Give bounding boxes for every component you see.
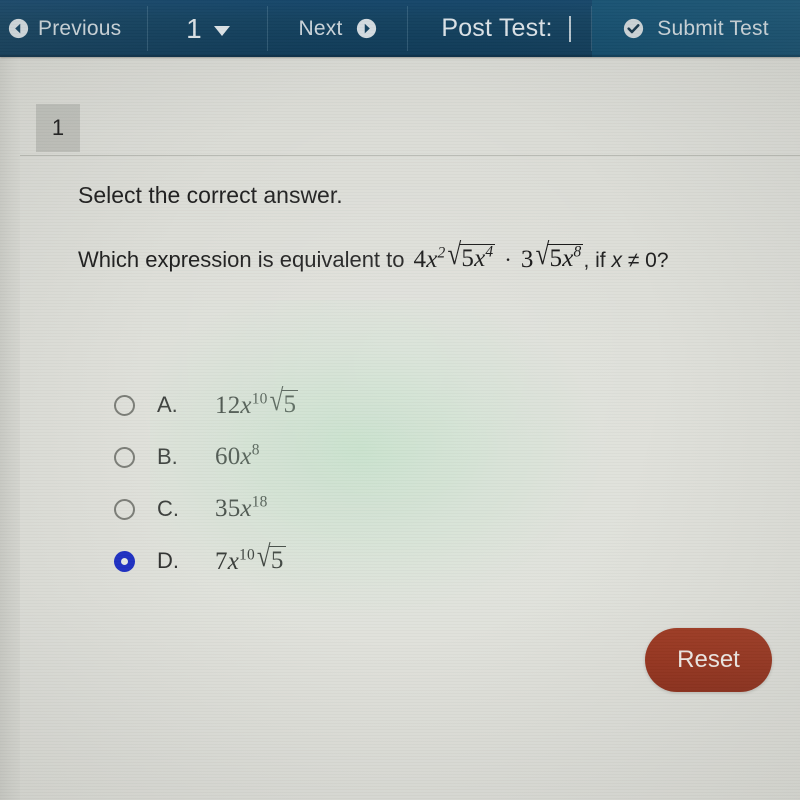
question-statement: Which expression is equivalent to 4x2√5x… xyxy=(78,239,778,274)
question-condition: , if x ≠ 0? xyxy=(583,249,668,273)
submit-test-button[interactable]: Submit Test xyxy=(592,0,800,57)
radicand-2-var: x xyxy=(562,245,574,272)
radicand-2: 5x8 xyxy=(547,243,584,273)
option-d-var: x xyxy=(227,547,239,575)
radio-button-d[interactable] xyxy=(114,550,135,572)
multiplication-dot: · xyxy=(504,247,512,272)
test-title-text: Post Test: xyxy=(441,14,553,42)
radio-button-b[interactable] xyxy=(114,446,135,468)
radicand-2-coefficient: 5 xyxy=(549,245,563,272)
radio-button-c[interactable] xyxy=(114,498,135,520)
previous-button[interactable]: Previous xyxy=(0,0,148,57)
radicand-1: 5x4 xyxy=(459,243,496,273)
radical-1: √5x4 xyxy=(445,239,496,274)
test-title: Post Test: xyxy=(408,0,592,57)
screen-photo: Previous 1 Next Post Test: Submit Test 1… xyxy=(0,0,800,800)
option-c-var: x xyxy=(240,495,252,522)
option-letter-d: D. xyxy=(157,548,179,573)
radicand-2-exponent: 8 xyxy=(573,243,582,261)
option-c-exponent: 18 xyxy=(251,493,268,511)
radio-button-a[interactable] xyxy=(114,394,135,416)
option-math-c: 35x18 xyxy=(215,493,268,523)
option-c-coefficient: 35 xyxy=(215,495,241,522)
submit-test-label: Submit Test xyxy=(657,16,769,40)
option-math-a: 12x10√5 xyxy=(215,384,299,420)
question-number-selector[interactable]: 1 xyxy=(148,0,268,57)
answer-options: A. 12x10√5 B. 60x8 C. 35x18 D. 7x10√5 xyxy=(114,379,714,587)
option-b-var: x xyxy=(240,443,252,470)
test-toolbar: Previous 1 Next Post Test: Submit Test xyxy=(0,0,800,57)
option-d-exponent: 10 xyxy=(239,546,255,564)
arrow-left-circle-icon xyxy=(8,18,29,39)
option-letter-a: A. xyxy=(157,392,178,417)
radicand-1-var: x xyxy=(474,245,486,272)
expr-var-1: x xyxy=(426,246,438,273)
answer-option-c[interactable]: C. 35x18 xyxy=(114,483,714,535)
option-d-radicand: 5 xyxy=(268,545,286,574)
radicand-1-coefficient: 5 xyxy=(461,245,475,272)
question-tab-1[interactable]: 1 xyxy=(36,104,80,152)
condition-rest: ≠ 0? xyxy=(627,249,669,272)
question-panel: 1 Select the correct answer. Which expre… xyxy=(0,57,800,800)
option-a-var: x xyxy=(240,391,252,419)
condition-prefix: , if xyxy=(583,249,606,272)
option-b-coefficient: 60 xyxy=(215,443,241,470)
option-math-b: 60x8 xyxy=(215,441,260,471)
question-number-value: 1 xyxy=(186,12,202,44)
instruction-text: Select the correct answer. xyxy=(78,182,343,208)
option-letter-b: B. xyxy=(157,444,178,469)
radicand-1-exponent: 4 xyxy=(485,243,494,261)
answer-option-a[interactable]: A. 12x10√5 xyxy=(114,379,714,431)
question-lead-text: Which expression is equivalent to xyxy=(78,247,405,272)
next-button[interactable]: Next xyxy=(268,0,408,57)
expr-coefficient-2: 3 xyxy=(520,246,534,273)
math-expression: 4x2√5x4 · 3√5x8 xyxy=(413,239,584,274)
arrow-right-circle-icon xyxy=(357,18,377,39)
reset-button[interactable]: Reset xyxy=(645,628,772,692)
answer-option-d[interactable]: D. 7x10√5 xyxy=(114,535,714,587)
condition-variable: x xyxy=(611,249,622,272)
option-a-radicand: 5 xyxy=(281,389,299,418)
expr-coefficient-1: 4 xyxy=(413,246,427,273)
chevron-down-icon xyxy=(213,26,230,36)
option-a-coefficient: 12 xyxy=(215,391,241,419)
title-truncation-bar xyxy=(568,15,571,42)
question-body: Select the correct answer. Which express… xyxy=(78,182,778,274)
expr-exponent-1: 2 xyxy=(437,244,446,262)
option-letter-c: C. xyxy=(157,496,179,521)
check-circle-icon xyxy=(624,18,644,39)
previous-label: Previous xyxy=(38,16,122,40)
question-tab-rule xyxy=(20,155,800,156)
question-tab-number: 1 xyxy=(51,115,65,140)
option-d-radical: √5 xyxy=(255,540,286,576)
option-d-coefficient: 7 xyxy=(215,547,228,575)
answer-option-b[interactable]: B. 60x8 xyxy=(114,431,714,483)
left-gutter xyxy=(0,57,20,800)
option-a-radical: √5 xyxy=(268,384,299,420)
option-b-exponent: 8 xyxy=(251,441,260,459)
option-math-d: 7x10√5 xyxy=(215,540,286,576)
next-label: Next xyxy=(298,16,343,40)
option-a-exponent: 10 xyxy=(251,390,268,408)
radical-2: √5x8 xyxy=(534,239,584,274)
